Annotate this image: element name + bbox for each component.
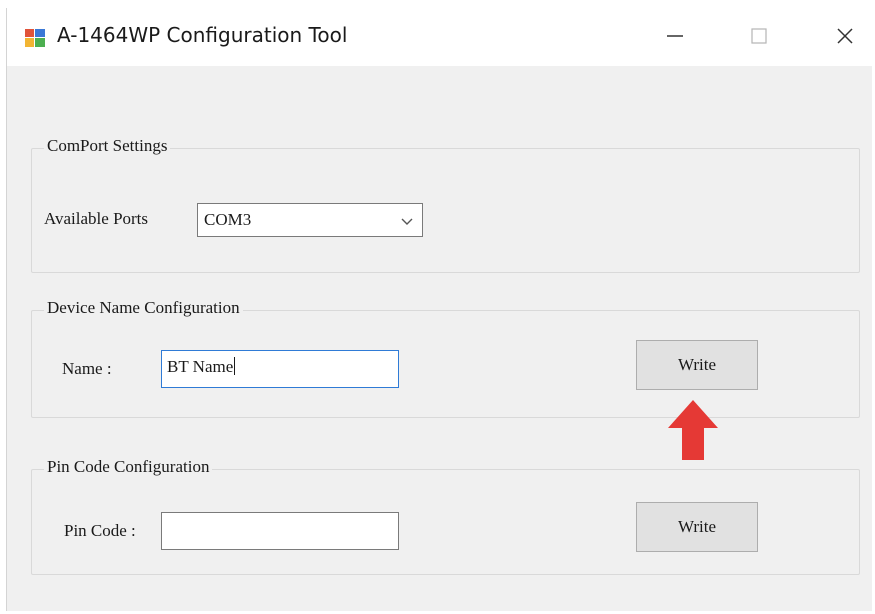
title-bar[interactable]: A-1464WP Configuration Tool — [7, 8, 873, 66]
available-ports-select[interactable]: COM3 — [197, 203, 423, 237]
comport-settings-label: ComPort Settings — [44, 136, 171, 156]
red-up-arrow-icon — [666, 398, 720, 462]
pin-code-group: Pin Code Configuration Pin Code : Write — [31, 457, 860, 575]
device-name-group-label: Device Name Configuration — [44, 298, 243, 318]
device-name-group: Device Name Configuration Name : BT Name… — [31, 298, 860, 418]
chevron-down-icon — [400, 214, 414, 232]
minimize-icon — [665, 26, 685, 51]
maximize-button[interactable] — [736, 18, 782, 58]
available-ports-value: COM3 — [204, 210, 252, 229]
minimize-button[interactable] — [652, 18, 698, 58]
text-caret — [234, 357, 236, 375]
app-icon — [25, 29, 45, 47]
app-window: A-1464WP Configuration Tool ComPort Sett… — [6, 8, 873, 611]
write-pin-button[interactable]: Write — [636, 502, 758, 552]
name-input-value: BT Name — [167, 357, 234, 376]
pin-code-group-label: Pin Code Configuration — [44, 457, 213, 477]
close-icon — [835, 26, 855, 51]
available-ports-label: Available Ports — [44, 209, 149, 228]
write-name-button[interactable]: Write — [636, 340, 758, 390]
name-input[interactable]: BT Name — [161, 350, 399, 388]
comport-settings-group: ComPort Settings Available Ports COM3 — [31, 136, 860, 273]
pin-code-label: Pin Code : — [64, 521, 136, 540]
maximize-icon — [749, 26, 769, 51]
window-title: A-1464WP Configuration Tool — [57, 23, 348, 47]
close-button[interactable] — [822, 18, 868, 58]
pin-code-input[interactable] — [161, 512, 399, 550]
name-label: Name : — [62, 359, 112, 378]
